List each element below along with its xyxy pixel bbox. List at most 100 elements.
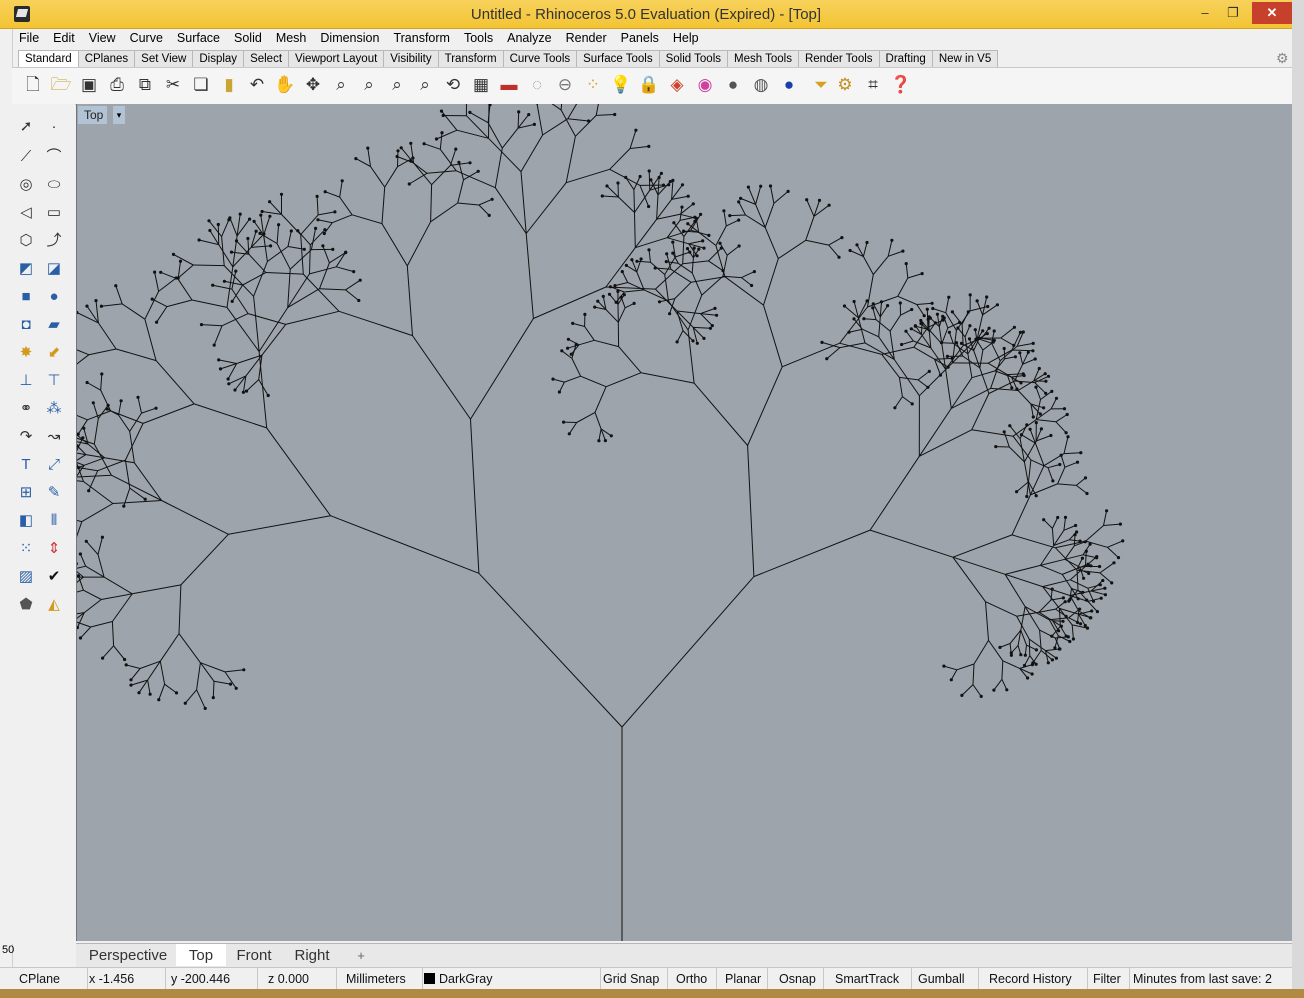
- grid-array-icon[interactable]: ⁙: [15, 538, 37, 560]
- curve-icon[interactable]: ⌒: [43, 146, 65, 168]
- fillet-curves-icon[interactable]: ⤴: [43, 230, 65, 252]
- print-icon[interactable]: ⎙: [106, 74, 128, 96]
- options-gear-icon[interactable]: ⚙: [834, 74, 856, 96]
- ortho-toggle[interactable]: Ortho: [670, 968, 717, 989]
- split-icon[interactable]: ⊤: [43, 370, 65, 392]
- cut-icon[interactable]: ✂: [162, 74, 184, 96]
- menu-help[interactable]: Help: [666, 29, 706, 47]
- lights-icon[interactable]: ✸: [15, 342, 37, 364]
- tab-solid-tools[interactable]: Solid Tools: [658, 50, 728, 67]
- light-icon[interactable]: 💡: [610, 74, 632, 96]
- check-icon[interactable]: ✔: [43, 566, 65, 588]
- new-file-icon[interactable]: 🗋: [22, 74, 44, 96]
- undo-view-icon[interactable]: ⟲: [442, 74, 464, 96]
- trim-icon[interactable]: ⊥: [15, 370, 37, 392]
- paste-icon[interactable]: ▮: [218, 74, 240, 96]
- surface-from-points-icon[interactable]: ◩: [15, 258, 37, 280]
- undo-icon[interactable]: ↶: [246, 74, 268, 96]
- add-viewport-tab-icon[interactable]: +: [346, 944, 376, 966]
- rotate-view-icon[interactable]: ✥: [302, 74, 324, 96]
- menu-surface[interactable]: Surface: [170, 29, 227, 47]
- zoom-selected-icon[interactable]: ⌕: [414, 74, 436, 96]
- lock-icon[interactable]: 🔒: [638, 74, 660, 96]
- viewport-menu-arrow[interactable]: ▾: [113, 106, 125, 124]
- save-icon[interactable]: ▣: [78, 74, 100, 96]
- tab-select[interactable]: Select: [243, 50, 290, 67]
- points-on-icon[interactable]: ⁘: [582, 74, 604, 96]
- text-icon[interactable]: T: [15, 454, 37, 476]
- minimize-button[interactable]: –: [1190, 2, 1220, 24]
- tab-right[interactable]: Right: [282, 944, 342, 966]
- zoom-extents-icon[interactable]: ⌕: [386, 74, 408, 96]
- dimension-icon[interactable]: ⬋: [43, 342, 65, 364]
- menu-edit[interactable]: Edit: [46, 29, 82, 47]
- extrude-curve-icon[interactable]: ◪: [43, 258, 65, 280]
- zoom-window-icon[interactable]: ⌕: [358, 74, 380, 96]
- tab-new-in-v5[interactable]: New in V5: [931, 50, 999, 67]
- rectangle-icon[interactable]: ▭: [43, 202, 65, 224]
- menu-curve[interactable]: Curve: [123, 29, 170, 47]
- layers-icon[interactable]: ◈: [666, 74, 688, 96]
- distance-icon[interactable]: ⇕: [43, 538, 65, 560]
- menu-solid[interactable]: Solid: [227, 29, 269, 47]
- maximize-button[interactable]: ❐: [1218, 2, 1248, 24]
- tab-cplanes[interactable]: CPlanes: [77, 50, 136, 67]
- tab-front[interactable]: Front: [228, 944, 280, 966]
- menu-transform[interactable]: Transform: [386, 29, 457, 47]
- top-viewport[interactable]: Top ▾: [76, 104, 1292, 941]
- array-icon[interactable]: ⫴: [43, 510, 65, 532]
- open-file-icon[interactable]: 🗁: [50, 74, 72, 96]
- four-viewports-icon[interactable]: ▦: [470, 74, 492, 96]
- shaded-sphere-icon[interactable]: ●: [722, 74, 744, 96]
- block-icon[interactable]: ◧: [15, 510, 37, 532]
- group-icon[interactable]: ⊞: [15, 482, 37, 504]
- tab-top[interactable]: Top: [176, 944, 226, 966]
- hide-icon[interactable]: ◌: [526, 74, 548, 96]
- viewport-title[interactable]: Top: [78, 106, 108, 124]
- render-icon[interactable]: ⬟: [15, 594, 37, 616]
- show-icon[interactable]: ⊖: [554, 74, 576, 96]
- smarttrack-toggle[interactable]: SmartTrack: [829, 968, 912, 989]
- tab-set-view[interactable]: Set View: [134, 50, 194, 67]
- mesh-plane-icon[interactable]: ▰: [43, 314, 65, 336]
- menu-dimension[interactable]: Dimension: [313, 29, 386, 47]
- rendered-sphere-icon[interactable]: ◍: [750, 74, 772, 96]
- scale-icon[interactable]: ⤢: [43, 454, 65, 476]
- box-icon[interactable]: ■: [15, 286, 37, 308]
- gumball-toggle[interactable]: Gumball: [912, 968, 979, 989]
- selection-filter-icon[interactable]: ⏷: [810, 74, 832, 96]
- polyline-icon[interactable]: ⟋: [15, 146, 37, 168]
- filter-toggle[interactable]: Filter: [1087, 968, 1130, 989]
- menu-file[interactable]: File: [12, 29, 46, 47]
- sphere-icon[interactable]: ●: [43, 286, 65, 308]
- explode-icon[interactable]: ⁂: [43, 398, 65, 420]
- copy-icon[interactable]: ❏: [190, 74, 212, 96]
- tab-drafting[interactable]: Drafting: [878, 50, 933, 67]
- fillet-icon[interactable]: ↷: [15, 426, 37, 448]
- color-wheel-icon[interactable]: ◉: [694, 74, 716, 96]
- grid-snap-toggle[interactable]: Grid Snap: [597, 968, 668, 989]
- tab-surface-tools[interactable]: Surface Tools: [576, 50, 660, 67]
- menu-tools[interactable]: Tools: [457, 29, 500, 47]
- import-icon[interactable]: ⧉: [134, 74, 156, 96]
- tab-viewport-layout[interactable]: Viewport Layout: [288, 50, 385, 67]
- osnap-icon[interactable]: ⌗: [862, 74, 884, 96]
- toolbar-settings-gear-icon[interactable]: ⚙: [1276, 50, 1289, 67]
- menu-mesh[interactable]: Mesh: [269, 29, 314, 47]
- help-icon[interactable]: ❓: [890, 74, 912, 96]
- tab-render-tools[interactable]: Render Tools: [797, 50, 880, 67]
- zoom-icon[interactable]: ⌕: [330, 74, 352, 96]
- circle-icon[interactable]: ◎: [15, 174, 37, 196]
- close-button[interactable]: ✕: [1252, 2, 1292, 24]
- menu-analyze[interactable]: Analyze: [500, 29, 558, 47]
- tab-perspective[interactable]: Perspective: [80, 944, 176, 966]
- osnap-toggle[interactable]: Osnap: [773, 968, 824, 989]
- polygon-icon[interactable]: ⬡: [15, 230, 37, 252]
- current-layer[interactable]: DarkGray: [418, 968, 601, 989]
- material-icon[interactable]: ◭: [43, 594, 65, 616]
- boolean-union-icon[interactable]: ⚭: [15, 398, 37, 420]
- menu-view[interactable]: View: [82, 29, 123, 47]
- arc-icon[interactable]: ◁: [15, 202, 37, 224]
- offset-icon[interactable]: ↝: [43, 426, 65, 448]
- edit-points-icon[interactable]: ✎: [43, 482, 65, 504]
